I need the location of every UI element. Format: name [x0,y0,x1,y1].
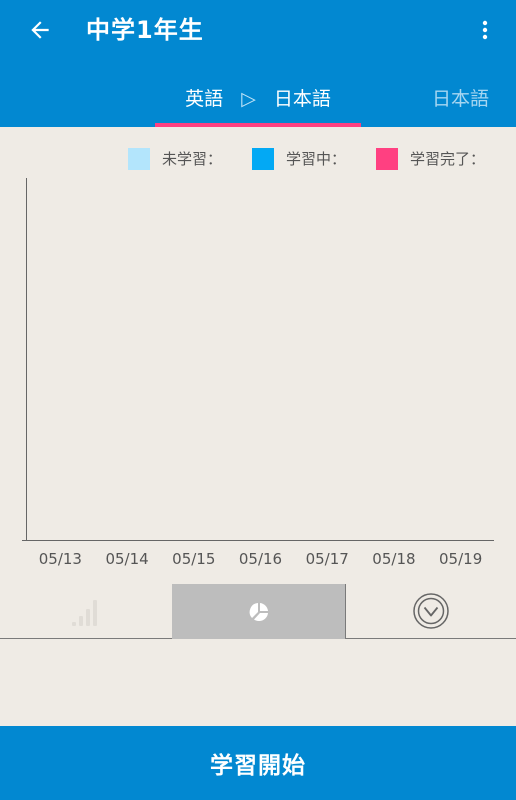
circle-chevron-down-icon [413,593,449,629]
legend-swatch [128,148,150,170]
x-tick-label: 05/15 [172,550,215,568]
direction-tabs: 英語 ▷ 日本語 日本語 [0,76,516,127]
bar-signal-icon [72,600,97,626]
pie-chart-icon [249,602,268,621]
legend-label: 未学習： [162,150,223,168]
legend-item-learning: 学習中： [252,146,346,172]
legend-swatch [376,148,398,170]
tab-from-label: 英語 [185,88,224,110]
x-tick-label: 05/14 [105,550,148,568]
tab-english-to-japanese[interactable]: 英語 ▷ 日本語 [155,76,361,127]
x-tick-label: 05/19 [439,550,482,568]
x-tick-labels: 05/13 05/14 05/15 05/16 05/17 05/18 05/19 [39,550,483,568]
more-options-button[interactable] [470,12,500,48]
legend-item-completed: 学習完了： [376,146,485,172]
legend-swatch [252,148,274,170]
view-tabs [0,584,516,639]
tab-collapse-view[interactable] [345,584,516,639]
arrow-left-icon [31,21,49,39]
page-title: 中学1年生 [86,16,204,44]
legend-item-unlearned: 未学習： [128,146,222,172]
tab-japanese[interactable]: 日本語 [432,86,489,112]
tab-indicator [155,123,361,127]
play-arrow-icon: ▷ [241,88,256,110]
chart-legend: 未学習： 学習中： 学習完了： [0,146,516,172]
more-vert-icon [482,20,488,40]
tab-progress-view[interactable] [0,584,172,639]
start-study-button[interactable]: 学習開始 [0,726,516,800]
x-tick-label: 05/18 [372,550,415,568]
back-button[interactable] [22,12,58,48]
legend-label: 学習中： [286,150,347,168]
x-tick-label: 05/16 [239,550,282,568]
x-tick-label: 05/13 [39,550,82,568]
tab-to-label: 日本語 [273,88,331,110]
legend-label: 学習完了： [410,150,486,168]
tab-pie-view[interactable] [172,584,345,639]
app-bar: 中学1年生 英語 ▷ 日本語 日本語 [0,0,516,127]
x-tick-label: 05/17 [306,550,349,568]
progress-chart: 05/13 05/14 05/15 05/16 05/17 05/18 05/19 [22,178,494,568]
